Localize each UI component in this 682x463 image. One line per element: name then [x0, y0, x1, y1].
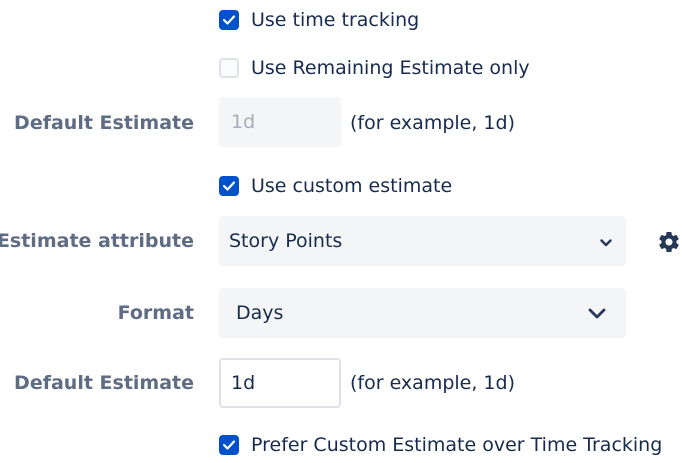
estimate-attribute-label: Estimate attribute [0, 230, 194, 252]
gear-icon[interactable] [655, 228, 682, 256]
checkbox-checked-icon[interactable] [219, 176, 239, 196]
use-custom-estimate-label: Use custom estimate [251, 175, 453, 197]
checkbox-unchecked-icon[interactable] [219, 58, 239, 78]
use-time-tracking-label: Use time tracking [251, 9, 420, 31]
custom-default-estimate-hint: (for example, 1d) [350, 372, 515, 394]
custom-default-estimate-label: Default Estimate [14, 372, 194, 394]
default-estimate-placeholder: 1d [231, 111, 256, 133]
default-estimate-label: Default Estimate [14, 112, 194, 134]
format-selected-value: Days [236, 302, 284, 324]
use-time-tracking-checkbox[interactable]: Use time tracking [219, 6, 419, 34]
use-remaining-estimate-only-checkbox[interactable]: Use Remaining Estimate only [219, 54, 530, 82]
default-estimate-input-disabled: 1d [219, 97, 341, 147]
chevron-down-icon [600, 230, 612, 252]
default-estimate-hint: (for example, 1d) [350, 112, 515, 134]
checkbox-checked-icon[interactable] [219, 435, 239, 455]
format-select[interactable]: Days [219, 288, 626, 338]
use-custom-estimate-checkbox[interactable]: Use custom estimate [219, 172, 452, 200]
custom-default-estimate-input[interactable]: 1d [219, 358, 341, 408]
custom-default-estimate-value: 1d [231, 372, 256, 394]
checkbox-checked-icon[interactable] [219, 10, 239, 30]
estimate-attribute-select[interactable]: Story Points [219, 216, 626, 266]
prefer-custom-estimate-label: Prefer Custom Estimate over Time Trackin… [251, 434, 663, 456]
use-remaining-estimate-only-label: Use Remaining Estimate only [251, 57, 530, 79]
prefer-custom-estimate-checkbox[interactable]: Prefer Custom Estimate over Time Trackin… [219, 431, 662, 459]
format-label: Format [117, 302, 194, 324]
estimate-attribute-selected-value: Story Points [229, 230, 343, 252]
chevron-down-icon [588, 302, 606, 324]
